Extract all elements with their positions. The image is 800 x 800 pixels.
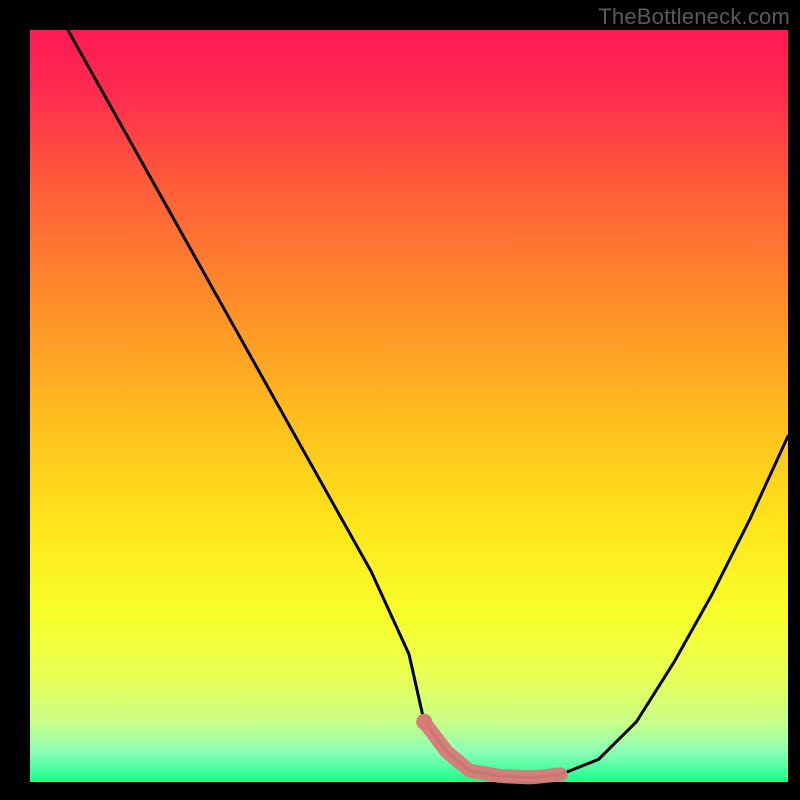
plot-background bbox=[30, 30, 788, 782]
chart-stage: TheBottleneck.com bbox=[0, 0, 800, 800]
highlight-start-dot bbox=[416, 714, 432, 730]
watermark-text: TheBottleneck.com bbox=[598, 4, 790, 30]
bottleneck-chart bbox=[0, 0, 800, 800]
